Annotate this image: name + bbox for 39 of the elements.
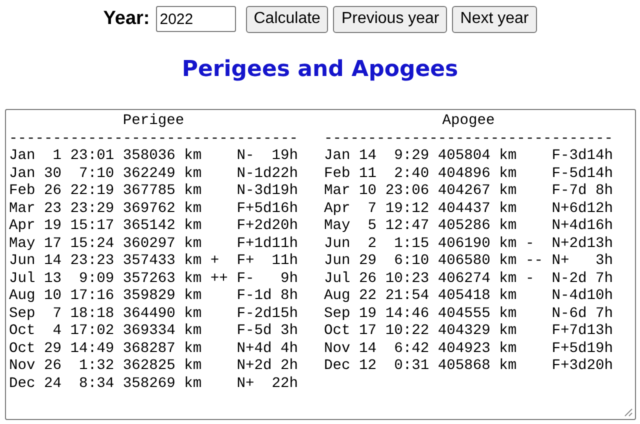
next-year-button[interactable]: Next year xyxy=(452,6,537,32)
data-row: Jan 1 23:01 358036 km N- 19h xyxy=(9,148,298,166)
data-row: Oct 29 14:49 368287 km N+4d 4h xyxy=(9,340,298,358)
resize-grip-icon[interactable] xyxy=(624,408,633,417)
data-row: May 5 12:47 405286 km N+4d16h xyxy=(324,218,614,236)
data-row: Nov 26 1:32 362825 km N+2d 2h xyxy=(9,358,298,376)
data-row: Jan 14 9:29 405804 km F-3d14h xyxy=(324,148,614,166)
dashed-rule: --------------------------------- xyxy=(324,130,614,148)
data-row: Mar 10 23:06 404267 km F-7d 8h xyxy=(324,183,614,200)
data-row: Jun 14 23:23 357433 km + F+ 11h xyxy=(9,253,298,270)
data-row: Sep 7 18:18 364490 km F-2d15h xyxy=(9,306,298,323)
year-label: Year: xyxy=(103,8,150,30)
column-heading: Perigee xyxy=(122,113,184,130)
dashed-rule: --------------------------------- xyxy=(9,130,298,148)
data-row: May 17 15:24 360297 km F+1d11h xyxy=(9,236,298,253)
data-row: Dec 12 0:31 405868 km F+3d20h xyxy=(324,358,614,376)
data-row: Sep 19 14:46 404555 km N-6d 7h xyxy=(324,306,614,323)
data-row: Feb 11 2:40 404896 km F-5d14h xyxy=(324,166,614,183)
page-title: Perigees and Apogees xyxy=(182,57,458,84)
data-row: Aug 10 17:16 359829 km F-1d 8h xyxy=(9,288,298,306)
data-row: Aug 22 21:54 405418 km N-4d10h xyxy=(324,288,614,306)
data-row: Jun 29 6:10 406580 km -- N+ 3h xyxy=(324,253,614,270)
data-row: Mar 23 23:29 369762 km F+5d16h xyxy=(9,200,298,218)
calculate-button[interactable]: Calculate xyxy=(246,6,328,32)
data-row: Apr 19 15:17 365142 km F+2d20h xyxy=(9,218,298,236)
data-row: Nov 14 6:42 404923 km F+5d19h xyxy=(324,340,614,358)
column-heading: Apogee xyxy=(442,113,495,130)
data-row: Feb 26 22:19 367785 km N-3d19h xyxy=(9,183,298,200)
data-row: Jun 2 1:15 406190 km - N+2d13h xyxy=(324,236,614,253)
year-input[interactable]: 2022 xyxy=(156,6,236,32)
previous-year-button[interactable]: Previous year xyxy=(333,6,448,32)
data-row: Apr 7 19:12 404437 km N+6d12h xyxy=(324,200,614,218)
output-text-area[interactable] xyxy=(5,109,636,420)
data-row: Dec 24 8:34 358269 km N+ 22h xyxy=(9,376,298,393)
data-row: Jan 30 7:10 362249 km N-1d22h xyxy=(9,166,298,183)
data-row: Jul 13 9:09 357263 km ++ F- 9h xyxy=(9,270,298,288)
data-row: Jul 26 10:23 406274 km - N-2d 7h xyxy=(324,270,614,288)
data-row: Oct 4 17:02 369334 km F-5d 3h xyxy=(9,323,298,340)
data-row: Oct 17 10:22 404329 km F+7d13h xyxy=(324,323,614,340)
